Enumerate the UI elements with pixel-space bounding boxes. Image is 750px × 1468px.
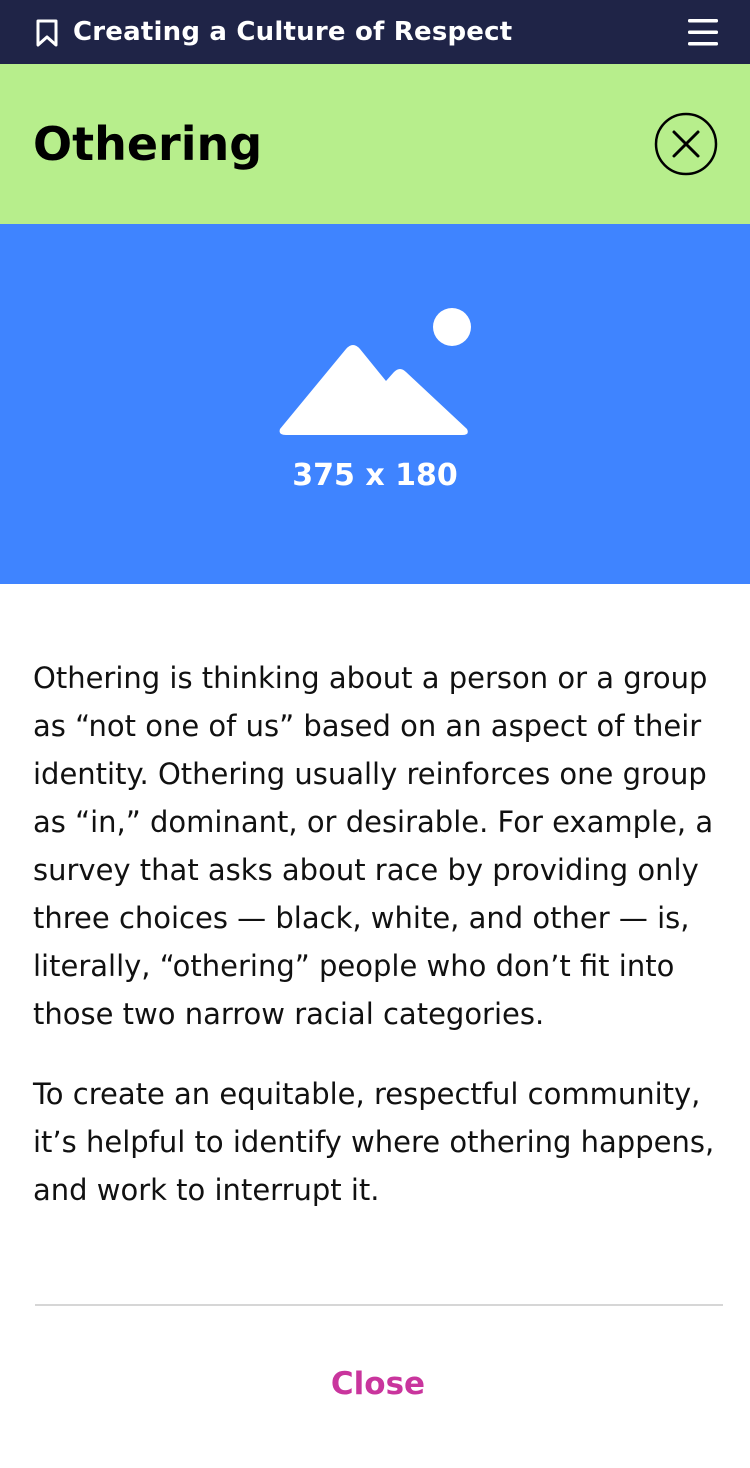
app-title: Creating a Culture of Respect [73,17,513,47]
page-title: Othering [33,117,263,171]
description-paragraph: To create an equitable, respectful commu… [33,1077,715,1207]
hero-image-placeholder: 375 x 180 [0,224,750,584]
hamburger-menu-icon[interactable] [686,17,720,47]
divider [35,1304,723,1306]
top-navigation-bar: Creating a Culture of Respect [0,0,750,64]
modal-header: Othering [0,64,750,224]
image-dimensions-label: 375 x 180 [292,458,458,493]
description-text: Othering is thinking about a person or a… [33,654,723,1246]
image-placeholder-icon [278,308,474,438]
close-circle-icon[interactable] [654,112,718,176]
description-paragraph: Othering is thinking about a person or a… [33,661,714,1031]
bookmark-icon[interactable] [35,19,59,47]
close-button[interactable]: Close [0,1362,750,1406]
page: Creating a Culture of Respect Othering 3… [0,0,750,1468]
